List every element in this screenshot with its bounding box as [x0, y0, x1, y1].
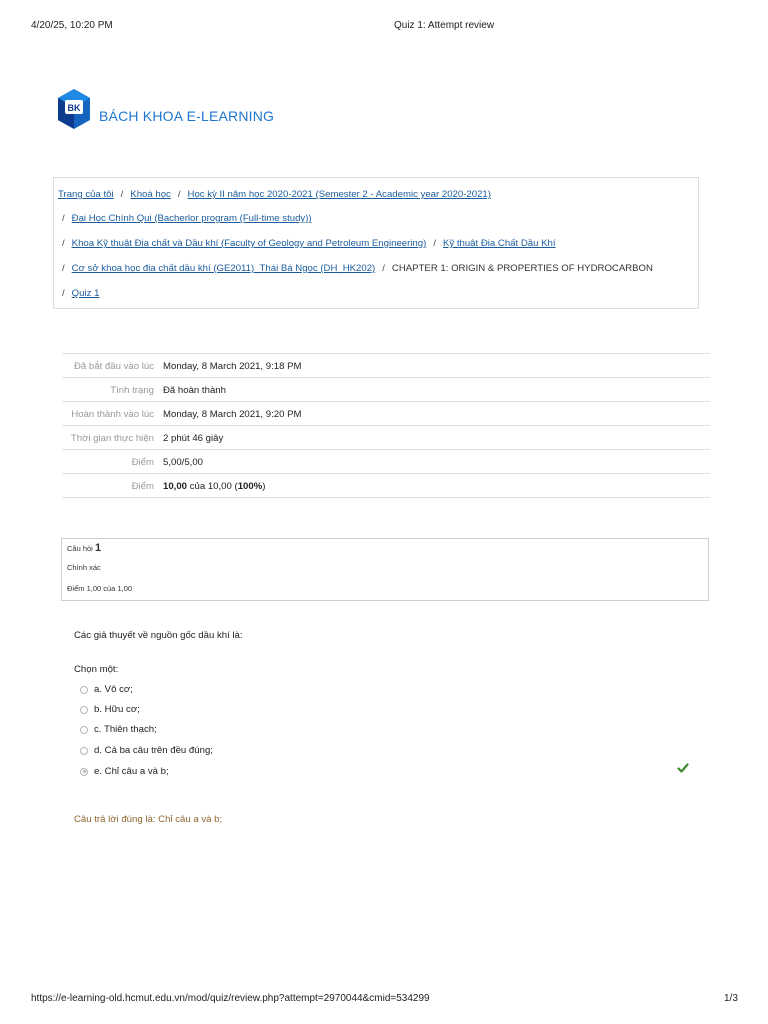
summary-value: 5,00/5,00 — [163, 449, 710, 474]
print-page-title: Quiz 1: Attempt review — [394, 20, 495, 31]
breadcrumb-separator: / — [433, 238, 436, 249]
summary-label: Hoàn thành vào lúc — [62, 401, 163, 426]
print-datetime: 4/20/25, 10:20 PM — [31, 20, 113, 31]
question-number-label: Câu hỏi — [67, 544, 93, 553]
breadcrumb-line-5: / Quiz 1 — [58, 288, 99, 299]
breadcrumb-course[interactable]: Cơ sở khoa học địa chất dầu khí (GE2011)… — [72, 263, 376, 274]
summary-value: Monday, 8 March 2021, 9:18 PM — [163, 353, 710, 378]
answer-option-label: d. Cả ba câu trên đều đúng; — [94, 745, 213, 756]
check-icon — [677, 763, 689, 773]
logo-text: BK — [68, 103, 81, 113]
bk-logo-icon: BK — [58, 89, 90, 129]
question-info: Câu hỏi 1 Chính xác Điểm 1,00 của 1,00 — [61, 538, 709, 601]
grade-percent: 100% — [237, 481, 263, 492]
breadcrumb-separator: / — [62, 238, 65, 249]
breadcrumb-line-2: / Đại Học Chính Qui (Bacherlor program (F… — [58, 213, 312, 224]
print-url: https://e-learning-old.hcmut.edu.vn/mod/… — [31, 993, 430, 1004]
breadcrumb-separator: / — [62, 213, 65, 224]
breadcrumb-program[interactable]: Đại Học Chính Qui (Bacherlor program (Fu… — [72, 213, 312, 224]
summary-row-grade: Điểm 10,00 của 10,00 (100%) — [62, 473, 710, 498]
breadcrumb-line-3: / Khoa Kỹ thuật Địa chất và Dầu khí (Facu… — [58, 238, 556, 249]
breadcrumb-semester[interactable]: Học kỳ II năm học 2020-2021 (Semester 2 … — [188, 189, 491, 200]
grade-total: 10,00 — [207, 481, 232, 492]
attempt-summary-table: Đã bắt đầu vào lúc Monday, 8 March 2021,… — [62, 353, 710, 498]
answer-option-d[interactable]: d. Cả ba câu trên đều đúng; — [80, 745, 213, 756]
answer-prompt: Chọn một: — [74, 664, 119, 675]
summary-row-started: Đã bắt đầu vào lúc Monday, 8 March 2021,… — [62, 353, 710, 378]
answer-option-label: e. Chỉ câu a và b; — [94, 766, 169, 777]
grade-of: của — [189, 481, 206, 492]
radio-button[interactable] — [80, 725, 88, 734]
question-mark: Điểm 1,00 của 1,00 — [67, 584, 133, 593]
grade-score: 10,00 — [163, 481, 188, 492]
question-number: Câu hỏi 1 — [67, 542, 101, 554]
answer-option-a[interactable]: a. Vô cơ; — [80, 684, 133, 695]
breadcrumb: Trang của tôi / Khoá học / Học kỳ II năm học… — [53, 177, 699, 309]
breadcrumb-separator: / — [62, 288, 65, 299]
answer-option-b[interactable]: b. Hữu cơ; — [80, 704, 140, 715]
summary-value: Monday, 8 March 2021, 9:20 PM — [163, 401, 710, 426]
answer-option-c[interactable]: c. Thiên thạch; — [80, 724, 157, 735]
summary-row-marks: Điểm 5,00/5,00 — [62, 449, 710, 474]
breadcrumb-courses[interactable]: Khoá học — [130, 189, 171, 200]
summary-label: Tình trạng — [62, 377, 163, 402]
breadcrumb-separator: / — [120, 189, 124, 200]
breadcrumb-line-4: / Cơ sở khoa học địa chất dầu khí (GE2011… — [58, 263, 653, 274]
right-answer: Câu trả lời đúng là: Chỉ câu a và b; — [74, 814, 223, 825]
question-text: Các giả thuyết về nguồn gốc dầu khí là: — [74, 630, 243, 641]
breadcrumb-separator: / — [62, 263, 65, 274]
breadcrumb-separator: / — [177, 189, 181, 200]
summary-row-state: Tình trạng Đã hoàn thành — [62, 377, 710, 402]
breadcrumb-line-1: Trang của tôi / Khoá học / Học kỳ II năm học… — [58, 189, 491, 200]
breadcrumb-chapter: CHAPTER 1: ORIGIN & PROPERTIES OF HYDROC… — [391, 263, 653, 274]
bk-logo[interactable]: BK — [56, 88, 92, 130]
print-page-number: 1/3 — [724, 993, 738, 1004]
grade-value: 10,00 của 10,00 (100%) — [163, 473, 710, 498]
radio-button-selected[interactable] — [80, 767, 88, 776]
answer-option-label: c. Thiên thạch; — [94, 724, 157, 735]
answer-option-label: a. Vô cơ; — [94, 684, 133, 695]
summary-label: Điểm — [62, 449, 163, 474]
answer-option-e[interactable]: e. Chỉ câu a và b; — [80, 766, 169, 777]
question-number-value: 1 — [94, 542, 102, 554]
summary-row-time-taken: Thời gian thực hiện 2 phút 46 giây — [62, 425, 710, 450]
breadcrumb-department[interactable]: Kỹ thuật Địa Chất Dầu Khí — [443, 238, 556, 249]
answer-option-label: b. Hữu cơ; — [94, 704, 140, 715]
breadcrumb-faculty[interactable]: Khoa Kỹ thuật Địa chất và Dầu khí (Facul… — [72, 238, 427, 249]
breadcrumb-quiz[interactable]: Quiz 1 — [72, 288, 100, 299]
brand-name[interactable]: BÁCH KHOA E-LEARNING — [99, 108, 274, 124]
summary-label: Điểm — [62, 473, 163, 498]
summary-value: Đã hoàn thành — [163, 377, 710, 402]
breadcrumb-separator: / — [382, 263, 385, 274]
radio-button[interactable] — [80, 705, 88, 714]
question-state: Chính xác — [67, 563, 101, 572]
summary-value: 2 phút 46 giây — [163, 425, 710, 450]
summary-label: Thời gian thực hiện — [62, 425, 163, 450]
radio-button[interactable] — [80, 746, 88, 755]
summary-row-completed: Hoàn thành vào lúc Monday, 8 March 2021,… — [62, 401, 710, 426]
breadcrumb-my-home[interactable]: Trang của tôi — [58, 189, 114, 200]
summary-label: Đã bắt đầu vào lúc — [62, 353, 163, 378]
radio-button[interactable] — [80, 685, 88, 694]
